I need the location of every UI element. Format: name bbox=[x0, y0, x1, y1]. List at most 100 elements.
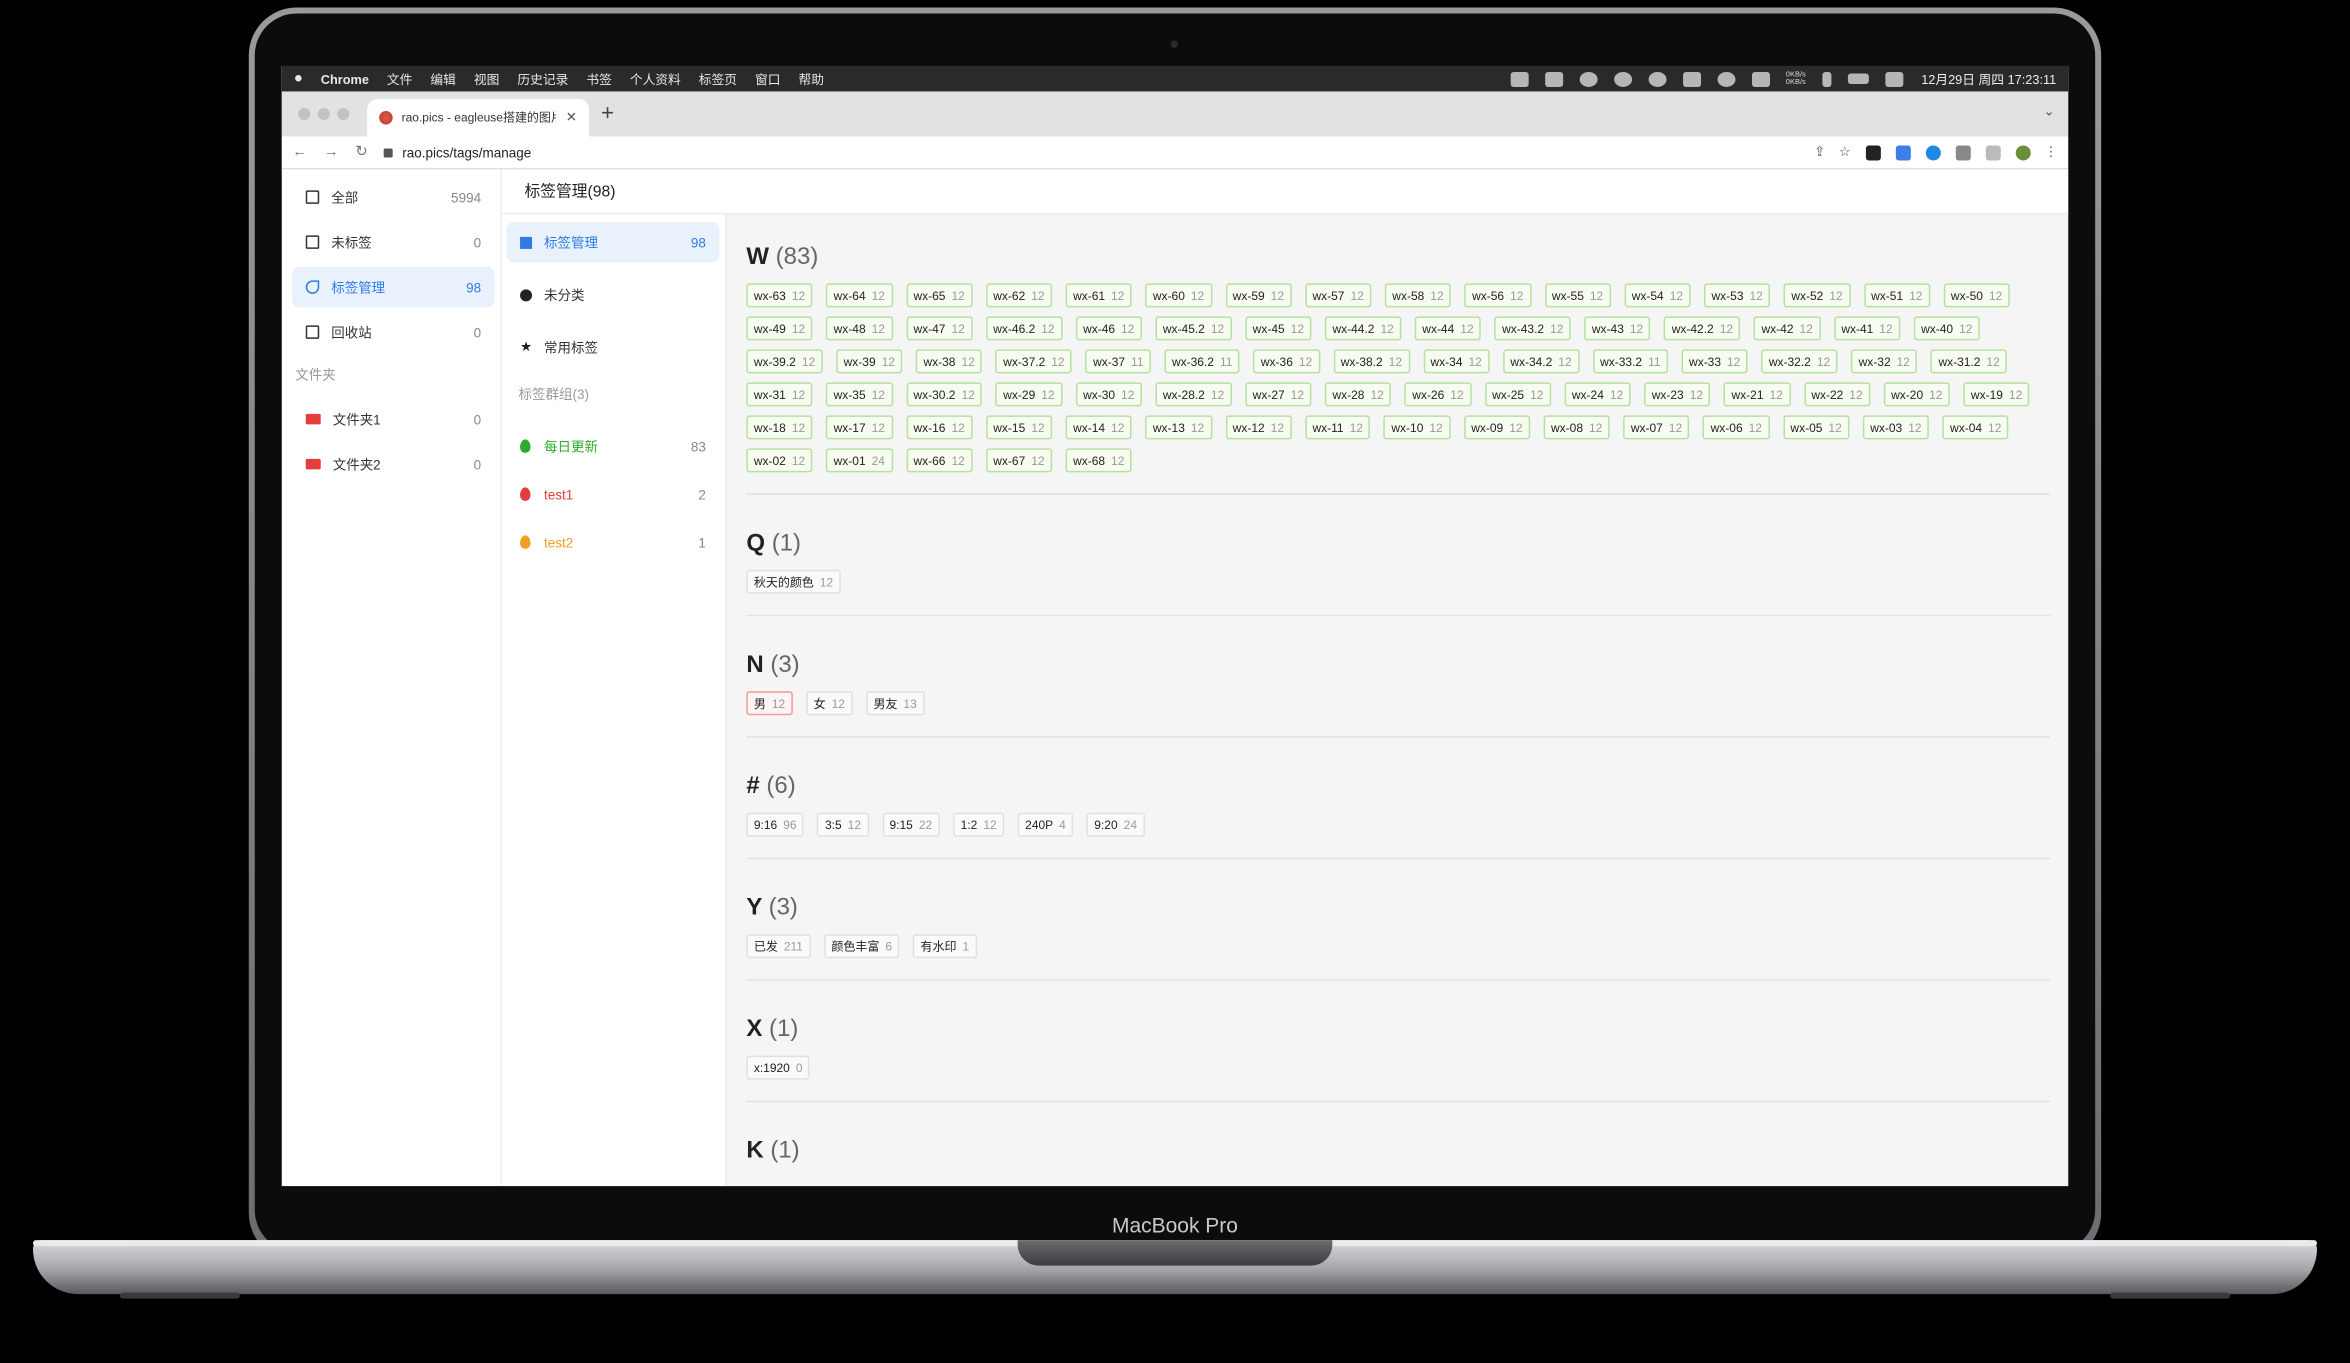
panel-item-uncategorized[interactable]: 未分类 bbox=[507, 274, 720, 314]
window-close-button[interactable] bbox=[298, 107, 311, 120]
back-icon[interactable]: ← bbox=[292, 144, 307, 160]
tag-chip[interactable]: wx-46 12 bbox=[1075, 316, 1142, 341]
tag-chip[interactable]: wx-18 12 bbox=[746, 415, 813, 440]
tag-chip[interactable]: wx-04 12 bbox=[1942, 415, 2009, 440]
search-icon[interactable] bbox=[1613, 71, 1632, 87]
tag-group-item[interactable]: 每日更新 83 bbox=[507, 426, 720, 466]
tag-chip[interactable]: wx-54 12 bbox=[1624, 283, 1691, 308]
tag-chip[interactable]: wx-16 12 bbox=[905, 415, 973, 440]
apple-icon[interactable]: ● bbox=[294, 70, 303, 86]
tag-chip[interactable]: wx-39 12 bbox=[836, 349, 903, 374]
tag-chip[interactable]: wx-47 12 bbox=[905, 316, 973, 341]
tag-chip[interactable]: wx-22 12 bbox=[1803, 382, 1871, 407]
tag-chip[interactable]: 1:2 12 bbox=[953, 812, 1005, 837]
tag-chip[interactable]: 女 12 bbox=[806, 691, 853, 716]
wechat-icon[interactable] bbox=[1647, 71, 1666, 87]
tag-chip[interactable]: wx-43 12 bbox=[1584, 316, 1651, 341]
reload-icon[interactable]: ↻ bbox=[355, 144, 368, 160]
tag-chip[interactable]: wx-60 12 bbox=[1145, 283, 1212, 308]
tag-chip[interactable]: 颜色丰富 6 bbox=[823, 934, 900, 959]
tag-chip[interactable]: wx-38 12 bbox=[915, 349, 983, 374]
tag-chip[interactable]: wx-40 12 bbox=[1913, 316, 1980, 341]
tag-chip[interactable]: wx-02 12 bbox=[746, 448, 813, 473]
tag-chip[interactable]: wx-13 12 bbox=[1145, 415, 1212, 440]
tag-chip[interactable]: 9:15 22 bbox=[882, 812, 940, 837]
new-tab-button[interactable]: + bbox=[601, 100, 614, 125]
lock-icon[interactable] bbox=[384, 147, 394, 157]
tag-chip[interactable]: wx-38.2 12 bbox=[1333, 349, 1410, 374]
tag-chip[interactable]: wx-08 12 bbox=[1543, 415, 1610, 440]
tag-chip[interactable]: wx-01 24 bbox=[826, 448, 893, 473]
tag-chip[interactable]: 9:16 96 bbox=[746, 812, 805, 837]
tag-chip[interactable]: wx-68 12 bbox=[1065, 448, 1132, 473]
window-zoom-button[interactable] bbox=[337, 107, 350, 120]
bookmark-star-icon[interactable]: ☆ bbox=[1839, 144, 1851, 160]
tag-chip[interactable]: wx-23 12 bbox=[1644, 382, 1711, 407]
tag-chip[interactable]: wx-61 12 bbox=[1065, 283, 1132, 308]
tag-chip[interactable]: 有水印 1 bbox=[913, 934, 977, 959]
tag-chip[interactable]: wx-21 12 bbox=[1724, 382, 1791, 407]
tag-chip[interactable]: wx-34 12 bbox=[1423, 349, 1490, 374]
display-icon[interactable] bbox=[1544, 71, 1563, 87]
menu-item[interactable]: 编辑 bbox=[430, 70, 456, 88]
time-machine-icon[interactable] bbox=[1716, 71, 1735, 87]
tag-chip[interactable]: wx-20 12 bbox=[1883, 382, 1950, 407]
tag-chip[interactable]: wx-26 12 bbox=[1404, 382, 1472, 407]
tag-chip[interactable]: wx-48 12 bbox=[826, 316, 893, 341]
tag-chip[interactable]: 240P 4 bbox=[1017, 812, 1074, 837]
tag-chip[interactable]: wx-25 12 bbox=[1484, 382, 1551, 407]
tag-chip[interactable]: wx-31 12 bbox=[746, 382, 813, 407]
sidebar-item-all[interactable]: 全部 5994 bbox=[292, 177, 494, 217]
tag-chip[interactable]: wx-39.2 12 bbox=[746, 349, 823, 374]
tag-chip[interactable]: wx-27 12 bbox=[1245, 382, 1312, 407]
tag-chip[interactable]: wx-44 12 bbox=[1414, 316, 1482, 341]
tag-chip[interactable]: wx-32.2 12 bbox=[1761, 349, 1838, 374]
tag-chip[interactable]: wx-41 12 bbox=[1833, 316, 1901, 341]
menu-item[interactable]: 个人资料 bbox=[630, 70, 681, 88]
extension-icon[interactable] bbox=[1865, 144, 1881, 160]
tag-chip[interactable]: wx-28.2 12 bbox=[1155, 382, 1232, 407]
tag-chip[interactable]: wx-63 12 bbox=[746, 283, 813, 308]
tag-chip[interactable]: wx-36 12 bbox=[1253, 349, 1320, 374]
tag-chip[interactable]: wx-09 12 bbox=[1463, 415, 1531, 440]
tag-chip[interactable]: wx-19 12 bbox=[1963, 382, 2030, 407]
tag-chip[interactable]: wx-67 12 bbox=[985, 448, 1053, 473]
tag-chip[interactable]: x:1920 0 bbox=[746, 1055, 811, 1080]
tag-chip[interactable]: 9:20 24 bbox=[1086, 812, 1145, 837]
tag-chip[interactable]: 男友 13 bbox=[865, 691, 925, 716]
browser-tab[interactable]: rao.pics - eagleuse搭建的图片... ✕ bbox=[367, 98, 589, 137]
tag-chip[interactable]: wx-49 12 bbox=[746, 316, 813, 341]
coffee-icon[interactable] bbox=[1510, 71, 1529, 87]
sidebar-item-untagged[interactable]: 未标签 0 bbox=[292, 222, 494, 262]
tag-chip[interactable]: wx-06 12 bbox=[1703, 415, 1770, 440]
extension-icon[interactable] bbox=[1925, 144, 1941, 160]
tag-chip[interactable]: wx-34.2 12 bbox=[1502, 349, 1580, 374]
tag-group-item[interactable]: test1 2 bbox=[507, 474, 720, 514]
tag-chip[interactable]: wx-15 12 bbox=[985, 415, 1053, 440]
url-text[interactable]: rao.pics/tags/manage bbox=[402, 145, 531, 160]
tag-chip[interactable]: wx-07 12 bbox=[1623, 415, 1690, 440]
tag-chip[interactable]: wx-05 12 bbox=[1782, 415, 1850, 440]
share-icon[interactable]: ⇪ bbox=[1814, 144, 1825, 160]
tag-chip[interactable]: wx-45 12 bbox=[1245, 316, 1312, 341]
tag-chip[interactable]: wx-03 12 bbox=[1862, 415, 1930, 440]
tag-chip[interactable]: wx-42 12 bbox=[1754, 316, 1821, 341]
window-minimize-button[interactable] bbox=[317, 107, 330, 120]
battery-icon[interactable] bbox=[1847, 73, 1869, 84]
tag-chip[interactable]: wx-35 12 bbox=[826, 382, 893, 407]
tag-chip[interactable]: wx-28 12 bbox=[1324, 382, 1392, 407]
app-icon[interactable] bbox=[1682, 71, 1701, 87]
tag-chip[interactable]: wx-51 12 bbox=[1863, 283, 1930, 308]
tag-chip[interactable]: wx-12 12 bbox=[1225, 415, 1292, 440]
tag-chip[interactable]: wx-36.2 11 bbox=[1164, 349, 1240, 374]
tag-chip[interactable]: wx-10 12 bbox=[1383, 415, 1451, 440]
tag-chip[interactable]: wx-55 12 bbox=[1544, 283, 1611, 308]
tag-chip[interactable]: wx-56 12 bbox=[1464, 283, 1531, 308]
cloud-icon[interactable] bbox=[1578, 71, 1597, 87]
menu-item[interactable]: 帮助 bbox=[799, 70, 825, 88]
avatar[interactable] bbox=[2015, 144, 2031, 160]
tag-chip[interactable]: wx-66 12 bbox=[905, 448, 973, 473]
tag-chip[interactable]: wx-31.2 12 bbox=[1930, 349, 2008, 374]
cat-icon[interactable] bbox=[1751, 71, 1770, 87]
sidebar-item-trash[interactable]: 回收站 0 bbox=[292, 312, 494, 352]
